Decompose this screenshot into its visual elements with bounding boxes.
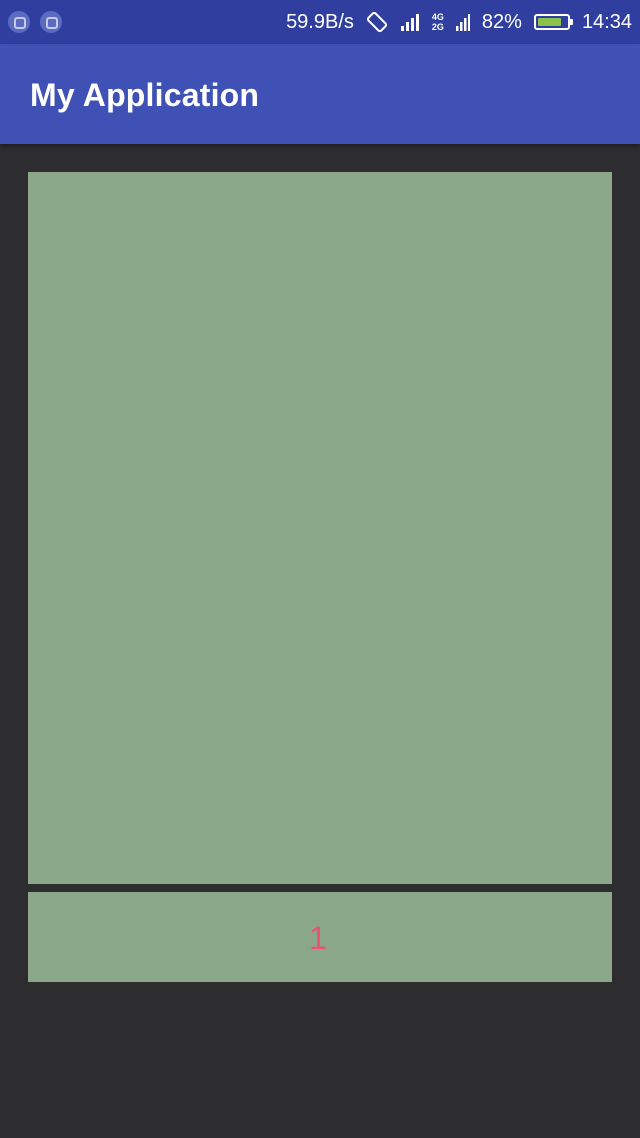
signal-icon: [400, 12, 420, 32]
screen: 59.9B/s 4G 2G 82% 14:34 My Application 1: [0, 0, 640, 1138]
network-type-secondary: 2G: [431, 22, 444, 32]
battery-icon: [533, 14, 573, 30]
status-indicators: 59.9B/s 4G 2G 82% 14:34: [286, 0, 632, 44]
signal-icon-secondary: [455, 12, 470, 32]
notification-icon: [8, 11, 30, 33]
content-panel-small[interactable]: 1: [28, 892, 612, 982]
clock: 14:34: [581, 10, 632, 33]
app-title: My Application: [30, 77, 260, 113]
screen-rotation-icon: [366, 11, 388, 33]
network-type-primary: 4G: [431, 12, 444, 22]
panel-number: 1: [309, 920, 327, 956]
battery-percent: 82%: [481, 10, 522, 33]
network-type: 4G 2G: [432, 12, 444, 32]
battery-level: [537, 18, 561, 26]
content-panel-large: [28, 172, 612, 884]
notification-icon: [40, 11, 62, 33]
app-bar: My Application: [0, 44, 640, 144]
status-bar: 59.9B/s 4G 2G 82% 14:34: [0, 0, 640, 44]
status-notifications: [8, 11, 62, 33]
net-speed: 59.9B/s: [286, 10, 354, 33]
